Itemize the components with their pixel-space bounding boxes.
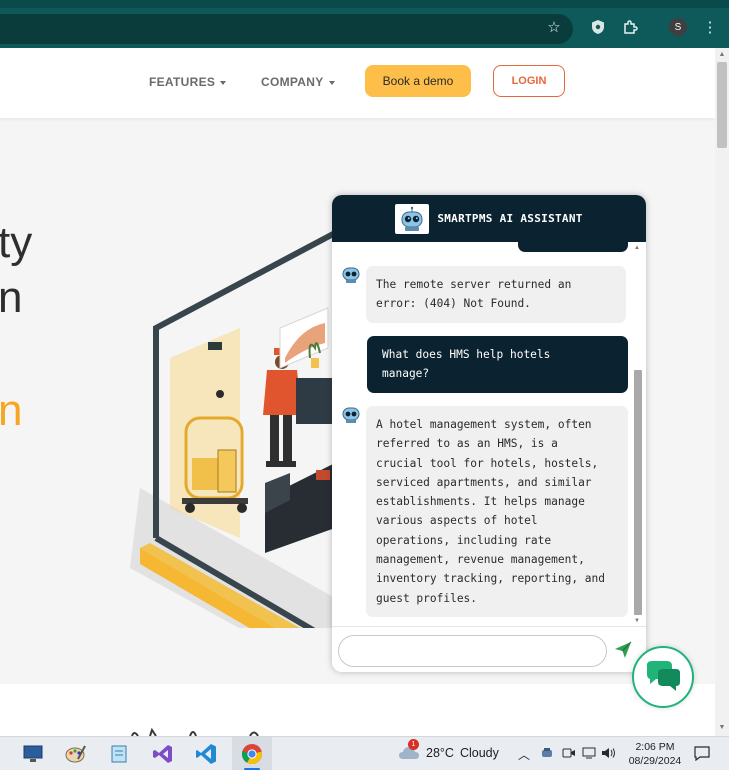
notepad-icon	[111, 745, 127, 763]
visual-studio-icon	[153, 745, 172, 763]
nav-features-label: FEATURES	[149, 75, 216, 89]
scroll-up-arrow[interactable]: ▲	[717, 50, 727, 60]
page-scrollbar[interactable]	[715, 48, 729, 736]
chat-message-user	[518, 242, 628, 252]
chevron-down-icon	[328, 80, 335, 85]
weather-widget[interactable]: 1 28°C Cloudy	[398, 739, 499, 761]
nav-company[interactable]: COMPANY	[261, 75, 335, 89]
chat-launcher-button[interactable]	[632, 646, 694, 708]
chevron-down-icon	[220, 80, 227, 85]
weather-temperature: 28°C	[426, 746, 454, 760]
chat-messages: The remote server returned an error: (40…	[332, 242, 646, 626]
paint-palette-icon	[65, 745, 86, 763]
taskbar-app-vscode[interactable]	[193, 741, 219, 767]
taskbar-app-photos[interactable]	[20, 741, 46, 767]
notification-icon[interactable]	[694, 746, 710, 764]
taskbar-app-paint[interactable]	[62, 741, 88, 767]
chrome-icon	[241, 744, 262, 764]
browser-toolbar: ☆ S ⋮	[0, 8, 729, 48]
hero-heading-fragment: n	[0, 386, 23, 435]
chat-composer	[332, 626, 646, 672]
chat-message-bot: A hotel management system, often referre…	[366, 406, 628, 617]
nav-features[interactable]: FEATURES	[149, 75, 227, 89]
profile-avatar[interactable]: S	[667, 16, 689, 38]
hero-heading-fragment: n	[0, 273, 23, 322]
chevron-up-icon[interactable]: ︿	[518, 746, 530, 763]
chat-message-user: What does HMS help hotels manage?	[367, 336, 628, 393]
chat-header: SMARTPMS AI ASSISTANT	[332, 195, 646, 242]
login-button[interactable]: LOGIN	[493, 65, 565, 97]
robot-avatar-icon	[342, 267, 360, 283]
page-scroll-thumb[interactable]	[717, 62, 727, 148]
kebab-menu-icon[interactable]: ⋮	[699, 16, 721, 38]
chat-widget: SMARTPMS AI ASSISTANT The remote server …	[332, 195, 646, 672]
chat-scroll-thumb[interactable]	[634, 370, 642, 615]
hero-heading-fragment: ty	[0, 218, 33, 267]
volume-icon[interactable]	[601, 746, 617, 763]
book-demo-button[interactable]: Book a demo	[365, 65, 471, 97]
send-button[interactable]	[611, 639, 635, 663]
section-heading-fragment	[131, 728, 259, 736]
send-icon	[615, 641, 632, 658]
network-icon[interactable]	[582, 746, 596, 763]
vscode-icon	[196, 744, 216, 764]
shield-extension-icon[interactable]	[587, 16, 609, 38]
weather-badge: 1	[408, 739, 419, 750]
profile-initial: S	[669, 18, 687, 36]
address-bar[interactable]	[0, 14, 573, 44]
clock-time: 2:06 PM	[635, 741, 675, 753]
system-clock[interactable]: 2:06 PM 08/29/2024	[620, 740, 690, 768]
taskbar-app-chrome[interactable]	[239, 741, 265, 767]
cloud-icon: 1	[398, 739, 420, 761]
clock-date: 08/29/2024	[628, 755, 682, 767]
chat-message-input[interactable]	[338, 635, 607, 667]
robot-avatar-icon	[342, 407, 360, 423]
taskbar: 1 28°C Cloudy ︿ 2:06 PM 08/29/2024	[0, 736, 729, 770]
chat-scroll-down-arrow[interactable]: ▼	[634, 618, 640, 624]
chat-bubbles-icon	[647, 661, 680, 691]
browser-tabstrip	[0, 0, 729, 8]
hotel-lobby-illustration	[130, 230, 335, 628]
taskbar-app-visual-studio[interactable]	[150, 741, 176, 767]
monitor-icon	[23, 745, 43, 762]
bluetooth-tray-icon[interactable]	[540, 746, 554, 763]
chat-scroll-up-arrow[interactable]: ▲	[634, 245, 640, 251]
chat-title: SMARTPMS AI ASSISTANT	[437, 212, 583, 225]
meet-now-icon[interactable]	[562, 746, 576, 763]
chat-message-bot: The remote server returned an error: (40…	[366, 266, 626, 323]
site-navbar: FEATURES COMPANY Book a demo LOGIN	[0, 48, 715, 118]
scroll-down-arrow[interactable]: ▼	[717, 723, 727, 733]
weather-condition: Cloudy	[459, 746, 499, 760]
star-icon[interactable]: ☆	[543, 16, 565, 38]
taskbar-app-notepad[interactable]	[106, 741, 132, 767]
nav-company-label: COMPANY	[261, 75, 324, 89]
puzzle-extensions-icon[interactable]	[619, 16, 641, 38]
page-next-section	[0, 684, 715, 736]
robot-avatar-icon	[395, 203, 430, 234]
